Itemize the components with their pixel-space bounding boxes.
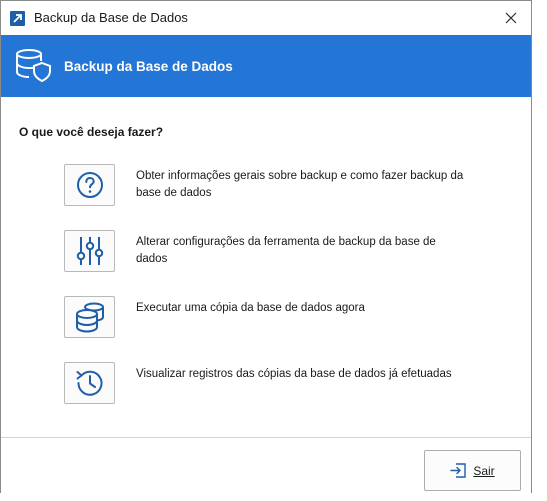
database-shield-icon: [16, 49, 51, 82]
title-bar[interactable]: Backup da Base de Dados: [1, 1, 531, 35]
option-history-label: Visualizar registros das cópias da base …: [136, 368, 452, 380]
database-copy-icon: [75, 302, 104, 333]
window-title: Backup da Base de Dados: [34, 10, 188, 25]
option-run-backup-label: Executar uma cópia da base de dados agor…: [136, 302, 365, 314]
help-button[interactable]: [64, 164, 115, 206]
footer-bar: Sair: [1, 438, 531, 494]
help-icon: [76, 172, 103, 198]
history-icon: [76, 370, 102, 396]
app-icon: [10, 11, 25, 26]
exit-button[interactable]: Sair: [424, 450, 521, 491]
close-button[interactable]: [491, 1, 531, 35]
option-run-backup[interactable]: Executar uma cópia da base de dados agor…: [64, 296, 484, 340]
banner-title: Backup da Base de Dados: [64, 59, 233, 74]
exit-button-label: Sair: [473, 463, 495, 478]
sliders-icon: [76, 237, 103, 265]
settings-button[interactable]: [64, 230, 115, 272]
option-settings[interactable]: Alterar configurações da ferramenta de b…: [64, 230, 484, 274]
option-settings-label: Alterar configurações da ferramenta de b…: [136, 236, 436, 265]
header-banner: Backup da Base de Dados: [1, 35, 531, 97]
option-history[interactable]: Visualizar registros das cópias da base …: [64, 362, 484, 406]
question-heading: O que você deseja fazer?: [19, 125, 164, 139]
option-help[interactable]: Obter informações gerais sobre backup e …: [64, 164, 484, 208]
run-backup-button[interactable]: [64, 296, 115, 338]
backup-dialog: Backup da Base de Dados Backup da Base d…: [0, 0, 532, 494]
close-icon: [505, 12, 517, 24]
exit-icon: [450, 463, 467, 478]
history-button[interactable]: [64, 362, 115, 404]
option-help-label: Obter informações gerais sobre backup e …: [136, 170, 464, 199]
